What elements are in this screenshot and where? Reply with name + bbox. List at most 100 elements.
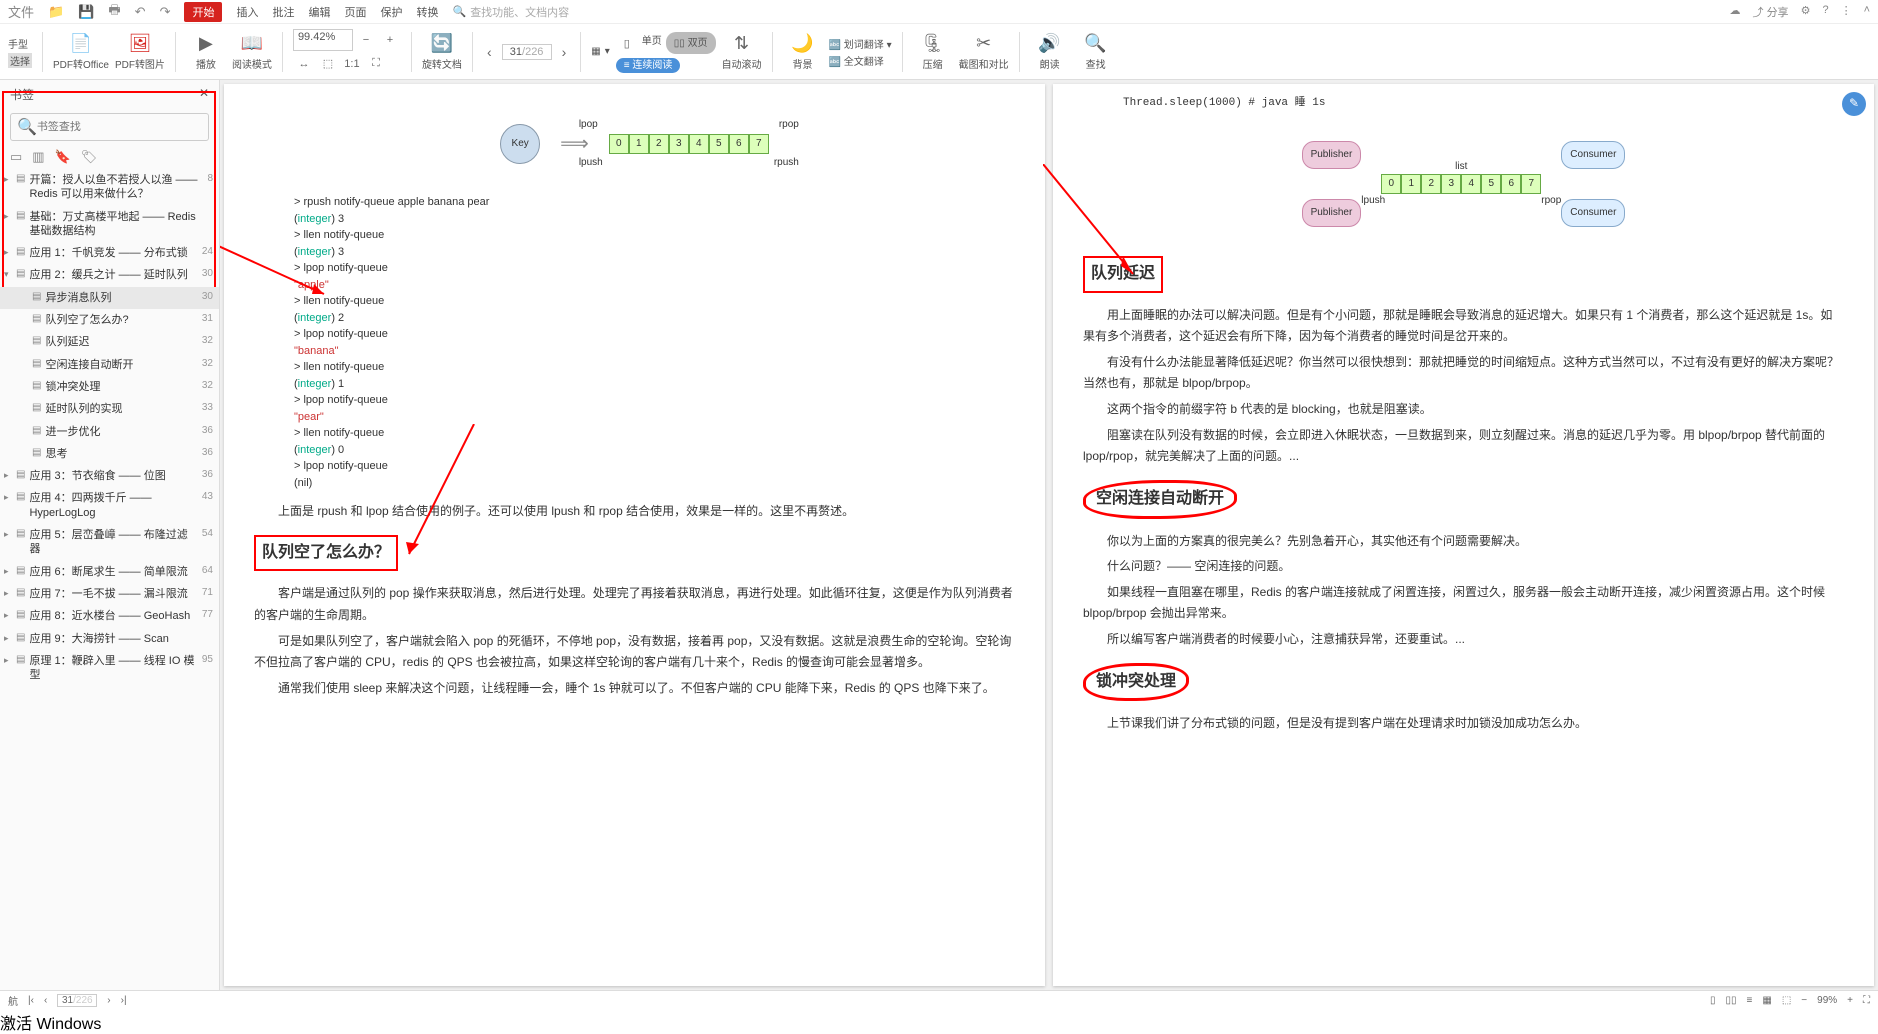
tab-convert[interactable]: 转换: [416, 4, 438, 20]
redo-icon[interactable]: ↷: [160, 4, 171, 20]
key-node: Key: [500, 124, 540, 164]
translate-full[interactable]: 🔤 全文翻译: [829, 53, 892, 68]
page-number-input[interactable]: 31/226: [502, 44, 552, 60]
bookmark-title: 书签: [10, 86, 34, 103]
bookmark-marker-icon[interactable]: 🏷: [81, 149, 98, 165]
fullscreen-icon[interactable]: ⛶: [365, 53, 387, 75]
bookmark-flag-icon[interactable]: 🔖: [55, 149, 71, 165]
rotate-doc[interactable]: 🔄旋转文档: [422, 33, 462, 71]
last-page-icon[interactable]: ›|: [121, 995, 127, 1006]
compress[interactable]: 🗜压缩: [913, 33, 953, 71]
document-viewport[interactable]: Key ⟹ lpop lpush 01234567 rpop rpush > r…: [220, 80, 1878, 990]
help-icon[interactable]: ?: [1822, 4, 1828, 20]
bookmark-subitem[interactable]: ▤队列空了怎么办?31: [0, 309, 219, 331]
fit-page-icon[interactable]: ⬚: [317, 53, 339, 75]
first-page-icon[interactable]: |‹: [28, 995, 34, 1006]
bookmark-item[interactable]: ▾▤应用 2：缓兵之计 —— 延时队列30: [0, 264, 219, 286]
auto-scroll[interactable]: ⇅自动滚动: [722, 33, 762, 71]
file-menu[interactable]: 文件: [8, 2, 34, 21]
close-panel-icon[interactable]: ✕: [199, 86, 209, 103]
view-single-icon[interactable]: ▯: [1710, 995, 1716, 1006]
read-aloud[interactable]: 🔊朗读: [1030, 33, 1070, 71]
hand-tool[interactable]: 手型: [8, 36, 32, 51]
bookmark-subitem[interactable]: ▤锁冲突处理32: [0, 376, 219, 398]
bookmark-item[interactable]: ▸▤开篇：授人以鱼不若授人以渔 —— Redis 可以用来做什么？8: [0, 169, 219, 206]
zoom-in-status-icon[interactable]: +: [1847, 995, 1853, 1006]
double-page[interactable]: ▯▯ 双页: [666, 32, 716, 54]
bookmark-item[interactable]: ▸▤应用 4：四两拨千斤 —— HyperLogLog43: [0, 487, 219, 524]
view-thumbnail-icon[interactable]: ▦: [1762, 995, 1771, 1006]
zoom-out-icon[interactable]: −: [355, 29, 377, 51]
annotation-button[interactable]: ✎: [1842, 92, 1866, 116]
bookmark-search-input[interactable]: [37, 121, 202, 133]
bookmark-subitem[interactable]: ▤进一步优化36: [0, 421, 219, 443]
tab-page[interactable]: 页面: [344, 4, 366, 20]
next-page-icon[interactable]: ›: [558, 44, 571, 60]
bookmark-item[interactable]: ▸▤应用 8：近水楼台 —— GeoHash77: [0, 605, 219, 627]
next-page-icon[interactable]: ›: [107, 995, 110, 1006]
view-continuous-icon[interactable]: ≡: [1747, 995, 1753, 1006]
bookmark-manage-icon[interactable]: ▥: [32, 149, 44, 165]
more-icon[interactable]: ⋮: [1841, 4, 1852, 20]
page-left: Key ⟹ lpop lpush 01234567 rpop rpush > r…: [224, 84, 1045, 986]
read-mode[interactable]: 📖阅读模式: [232, 33, 272, 71]
bookmark-item[interactable]: ▸▤应用 1：千帆竞发 —— 分布式锁24: [0, 242, 219, 264]
zoom-level[interactable]: 99.42%: [293, 29, 353, 51]
heading-empty-queue: 队列空了怎么办？: [254, 535, 1015, 572]
translate-selection[interactable]: 🔤 划词翻译 ▾: [829, 36, 892, 51]
tab-annotate[interactable]: 批注: [272, 4, 294, 20]
settings-icon[interactable]: ⚙: [1801, 4, 1811, 20]
bookmark-add-icon[interactable]: ▭: [10, 149, 22, 165]
page-right: ✎ Thread.sleep(1000) # java 睡 1s Publish…: [1053, 84, 1874, 986]
bookmark-subitem[interactable]: ▤异步消息队列30: [0, 287, 219, 309]
fit-icon[interactable]: ⬚: [1782, 995, 1791, 1006]
paragraph: 可是如果队列空了，客户端就会陷入 pop 的死循环，不停地 pop，没有数据，接…: [254, 631, 1015, 674]
prev-page-icon[interactable]: ‹: [44, 995, 47, 1006]
bookmark-search[interactable]: 🔍: [10, 113, 209, 141]
view-double-icon[interactable]: ▯▯: [1726, 995, 1737, 1006]
zoom-status[interactable]: 99%: [1817, 995, 1837, 1006]
bookmark-item[interactable]: ▸▤应用 7：一毛不拔 —— 漏斗限流71: [0, 583, 219, 605]
print-icon[interactable]: 🖶: [108, 1, 120, 23]
screenshot-compare[interactable]: ✂截图和对比: [959, 33, 1009, 71]
bookmark-item[interactable]: ▸▤应用 3：节衣缩食 —— 位图36: [0, 465, 219, 487]
bookmark-item[interactable]: ▸▤基础：万丈高楼平地起 —— Redis 基础数据结构: [0, 206, 219, 243]
global-search[interactable]: 🔍 查找功能、文档内容: [452, 4, 569, 20]
bookmark-item[interactable]: ▸▤应用 6：断尾求生 —— 简单限流64: [0, 561, 219, 583]
background[interactable]: 🌙背景: [783, 33, 823, 71]
share-button[interactable]: ⤴ 分享: [1753, 4, 1789, 20]
bookmark-item[interactable]: ▸▤原理 1：鞭辟入里 —— 线程 IO 模型95: [0, 650, 219, 687]
zoom-out-status-icon[interactable]: −: [1801, 995, 1807, 1006]
tab-edit[interactable]: 编辑: [308, 4, 330, 20]
actual-size-icon[interactable]: 1:1: [341, 53, 363, 75]
tab-protect[interactable]: 保护: [380, 4, 402, 20]
page-layout-icon[interactable]: ▦: [591, 46, 600, 57]
bookmark-item[interactable]: ▸▤应用 5：层峦叠嶂 —— 布隆过滤器54: [0, 524, 219, 561]
zoom-in-icon[interactable]: +: [379, 29, 401, 51]
play-button[interactable]: ▶播放: [186, 33, 226, 71]
bookmark-subitem[interactable]: ▤思考36: [0, 443, 219, 465]
fullscreen-status-icon[interactable]: ⛶: [1863, 995, 1870, 1006]
pdf-to-image[interactable]: 🖼PDF转图片: [115, 33, 165, 71]
cloud-icon[interactable]: ☁: [1730, 4, 1741, 20]
select-tool[interactable]: 选择: [8, 53, 32, 68]
heading-lock-conflict: 锁冲突处理: [1083, 663, 1844, 702]
pdf-to-office[interactable]: 📄PDF转Office: [53, 33, 109, 71]
prev-page-icon[interactable]: ‹: [483, 44, 496, 60]
bookmark-subitem[interactable]: ▤队列延迟32: [0, 331, 219, 353]
chevron-up-icon[interactable]: ˄: [1864, 4, 1870, 20]
save-icon[interactable]: 💾: [78, 4, 94, 20]
undo-icon[interactable]: ↶: [135, 4, 146, 20]
bookmark-subitem[interactable]: ▤延时队列的实现33: [0, 398, 219, 420]
open-icon[interactable]: 📁: [48, 4, 64, 20]
single-page[interactable]: ▯: [616, 32, 638, 54]
fit-width-icon[interactable]: ↔: [293, 53, 315, 75]
status-page-input[interactable]: 31/226: [57, 994, 97, 1007]
tab-start[interactable]: 开始: [184, 2, 222, 22]
bookmark-subitem[interactable]: ▤空闲连接自动断开32: [0, 354, 219, 376]
bookmark-item[interactable]: ▸▤应用 9：大海捞针 —— Scan: [0, 628, 219, 650]
find-button[interactable]: 🔍查找: [1076, 33, 1116, 71]
continuous-read[interactable]: ≡ 连续阅读: [616, 58, 681, 73]
tab-insert[interactable]: 插入: [236, 4, 258, 20]
menubar: 文件 📁 💾 🖶 ↶ ↷ 开始 插入 批注 编辑 页面 保护 转换 🔍 查找功能…: [0, 0, 1878, 24]
